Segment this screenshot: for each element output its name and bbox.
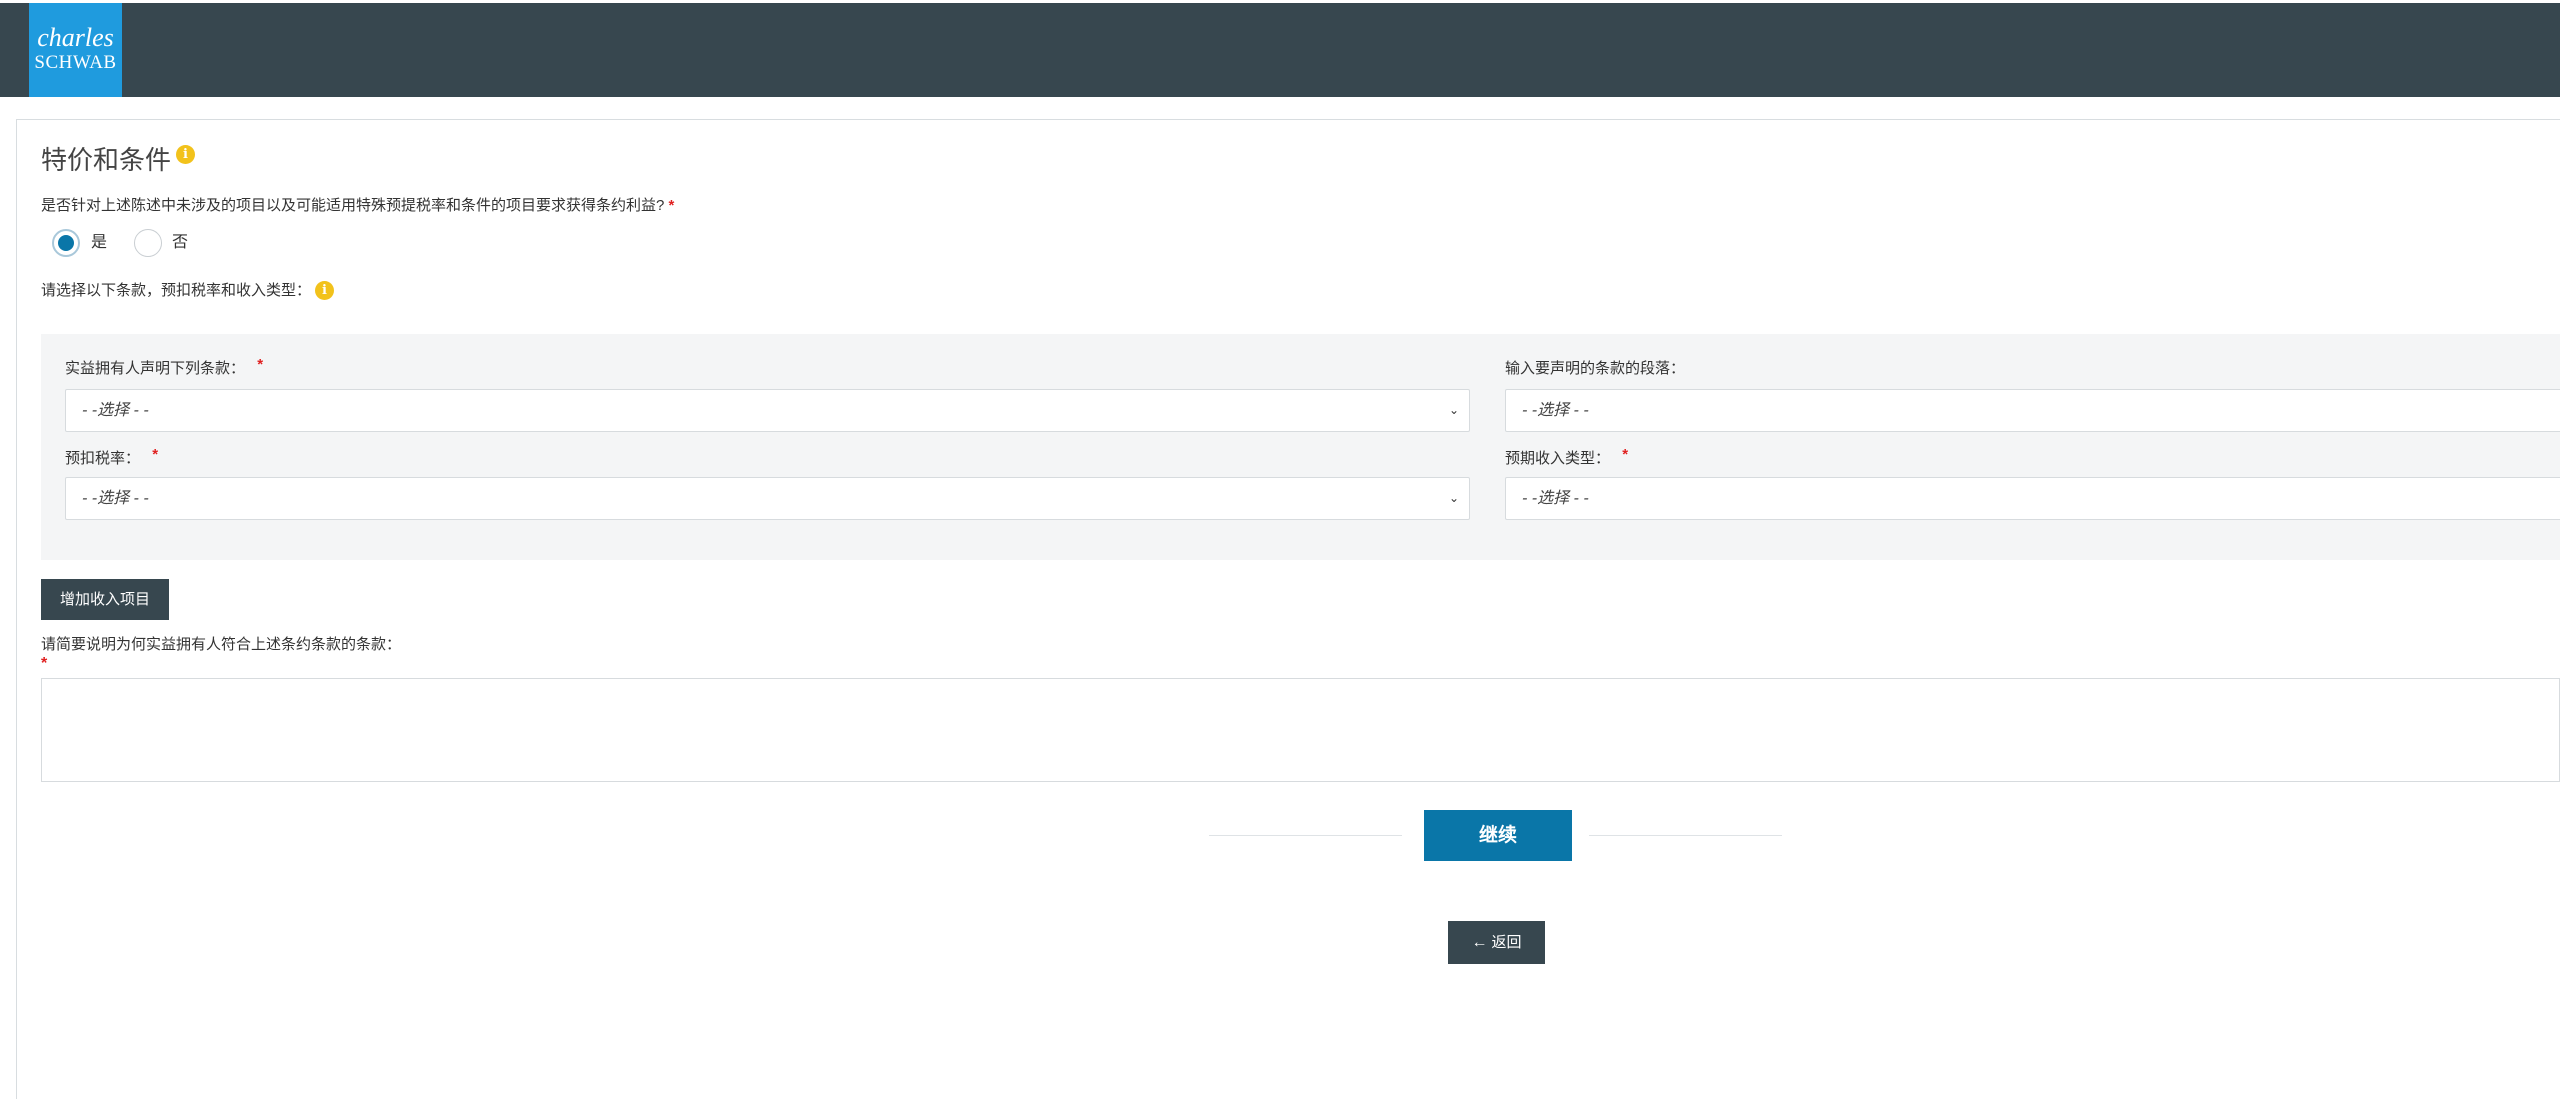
paragraph-select[interactable]: - -选择 - - <box>1505 389 2560 432</box>
radio-yes-label: 是 <box>91 234 108 251</box>
treaty-question: 是否针对上述陈述中未涉及的项目以及可能适用特殊预提税率和条件的项目要求获得条约利… <box>41 196 674 216</box>
article-select-value: - -选择 - - <box>82 402 149 419</box>
required-mark: * <box>152 446 159 463</box>
section-title: 特价和条件 <box>41 145 172 175</box>
explanation-label: 请简要说明为何实益拥有人符合上述条约条款的条款： <box>41 636 402 653</box>
explanation-textarea[interactable] <box>41 678 2560 782</box>
income-type-select[interactable]: - -选择 - - <box>1505 477 2560 520</box>
divider-left <box>1209 835 1402 836</box>
article-select[interactable]: - -选择 - - ⌄ <box>65 389 1470 432</box>
required-mark: * <box>1622 446 1629 463</box>
treaty-claim-box <box>41 334 2560 560</box>
income-type-label: 预期收入类型： * <box>1505 446 1629 469</box>
selection-instructions: 请选择以下条款，预扣税率和收入类型： <box>41 282 312 299</box>
required-mark: * <box>668 197 675 214</box>
rate-label: 预扣税率： * <box>65 446 159 469</box>
treaty-question-text: 是否针对上述陈述中未涉及的项目以及可能适用特殊预提税率和条件的项目要求获得条约利… <box>41 197 665 214</box>
back-button-label: 返回 <box>1491 934 1522 951</box>
radio-yes[interactable] <box>52 229 80 257</box>
paragraph-label: 输入要声明的条款的段落： <box>1505 360 1686 377</box>
radio-no-label: 否 <box>172 234 189 251</box>
income-type-select-value: - -选择 - - <box>1522 490 1589 507</box>
article-label-text: 实益拥有人声明下列条款： <box>65 360 246 377</box>
required-mark: * <box>257 356 264 373</box>
rate-label-text: 预扣税率： <box>65 450 141 467</box>
income-type-label-text: 预期收入类型： <box>1505 450 1611 467</box>
info-icon[interactable]: i <box>315 281 334 300</box>
required-mark: * <box>41 655 48 672</box>
article-label: 实益拥有人声明下列条款： * <box>65 356 264 379</box>
back-button[interactable]: ← 返回 <box>1448 921 1545 964</box>
paragraph-select-value: - -选择 - - <box>1522 402 1589 419</box>
chevron-down-icon: ⌄ <box>1448 403 1459 417</box>
add-income-item-button[interactable]: 增加收入项目 <box>41 579 169 620</box>
logo-line-1: charles <box>37 23 114 52</box>
info-icon[interactable]: i <box>176 145 195 164</box>
charles-schwab-logo[interactable]: charles SCHWAB <box>29 3 122 97</box>
rate-select[interactable]: - -选择 - - ⌄ <box>65 477 1470 520</box>
rate-select-value: - -选择 - - <box>82 490 149 507</box>
radio-no[interactable] <box>134 229 162 257</box>
content-panel <box>16 119 2560 1099</box>
arrow-left-icon: ← <box>1471 934 1488 951</box>
continue-button[interactable]: 继续 <box>1424 810 1572 861</box>
chevron-down-icon: ⌄ <box>1448 491 1459 505</box>
logo-line-2: SCHWAB <box>34 52 117 73</box>
divider-right <box>1589 835 1782 836</box>
top-header: charles SCHWAB <box>0 3 2560 97</box>
